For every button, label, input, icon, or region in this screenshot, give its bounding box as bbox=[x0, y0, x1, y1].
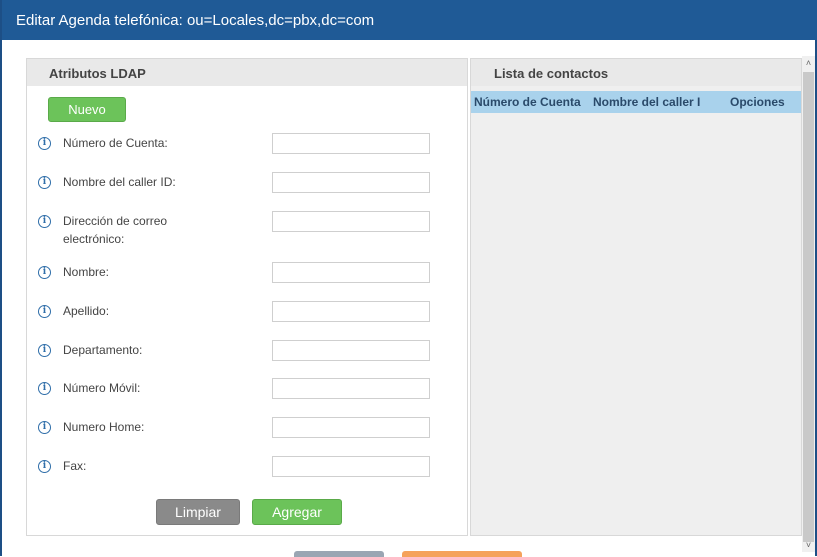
email-input[interactable] bbox=[272, 211, 430, 232]
column-caller-id-name[interactable]: Nombre del caller I bbox=[593, 95, 714, 109]
ldap-attributes-header: Atributos LDAP bbox=[27, 59, 467, 86]
department-label: Departamento: bbox=[63, 343, 143, 357]
info-icon[interactable]: i bbox=[38, 176, 51, 189]
scroll-down-arrow-icon[interactable]: ˅ bbox=[802, 538, 815, 552]
department-input[interactable] bbox=[272, 340, 430, 361]
caller-id-name-label: Nombre del caller ID: bbox=[63, 175, 176, 189]
last-name-label: Apellido: bbox=[63, 304, 110, 318]
first-name-label: Nombre: bbox=[63, 265, 110, 279]
add-button[interactable]: Agregar bbox=[252, 499, 342, 525]
dialog-title: Editar Agenda telefónica: ou=Locales,dc=… bbox=[16, 12, 375, 29]
bottom-cancel-button-partial[interactable] bbox=[294, 551, 384, 557]
new-button[interactable]: Nuevo bbox=[48, 97, 126, 122]
last-name-input[interactable] bbox=[272, 301, 430, 322]
vertical-scrollbar[interactable]: ˄ ˅ bbox=[802, 56, 815, 552]
ldap-attributes-title: Atributos LDAP bbox=[49, 66, 146, 81]
column-options: Opciones bbox=[730, 95, 785, 109]
info-icon[interactable]: i bbox=[38, 421, 51, 434]
dialog-titlebar: Editar Agenda telefónica: ou=Locales,dc=… bbox=[2, 0, 817, 40]
first-name-input[interactable] bbox=[272, 262, 430, 283]
account-number-input[interactable] bbox=[272, 133, 430, 154]
contact-table-header: Número de Cuenta Nombre del caller I Opc… bbox=[471, 91, 801, 113]
contact-list-panel: Lista de contactos Número de Cuenta Nomb… bbox=[470, 58, 802, 536]
home-number-input[interactable] bbox=[272, 417, 430, 438]
mobile-number-label: Número Móvil: bbox=[63, 381, 141, 395]
fax-label: Fax: bbox=[63, 459, 87, 473]
column-account-number[interactable]: Número de Cuenta bbox=[474, 95, 592, 109]
contact-list-title: Lista de contactos bbox=[494, 66, 609, 81]
account-number-label: Número de Cuenta: bbox=[63, 136, 168, 150]
mobile-number-input[interactable] bbox=[272, 378, 430, 399]
home-number-label: Numero Home: bbox=[63, 420, 145, 434]
scroll-thumb[interactable] bbox=[803, 72, 814, 542]
bottom-save-button-partial[interactable] bbox=[402, 551, 522, 557]
info-icon[interactable]: i bbox=[38, 215, 51, 228]
ldap-attributes-panel: Atributos LDAP Nuevo i Número de Cuenta:… bbox=[26, 58, 468, 536]
contact-list-header: Lista de contactos bbox=[471, 59, 801, 86]
info-icon[interactable]: i bbox=[38, 305, 51, 318]
info-icon[interactable]: i bbox=[38, 266, 51, 279]
fax-input[interactable] bbox=[272, 456, 430, 477]
info-icon[interactable]: i bbox=[38, 137, 51, 150]
caller-id-name-input[interactable] bbox=[272, 172, 430, 193]
info-icon[interactable]: i bbox=[38, 382, 51, 395]
info-icon[interactable]: i bbox=[38, 344, 51, 357]
email-label: Dirección de correo electrónico: bbox=[63, 214, 168, 246]
info-icon[interactable]: i bbox=[38, 460, 51, 473]
scroll-up-arrow-icon[interactable]: ˄ bbox=[802, 56, 815, 70]
clear-button[interactable]: Limpiar bbox=[156, 499, 240, 525]
